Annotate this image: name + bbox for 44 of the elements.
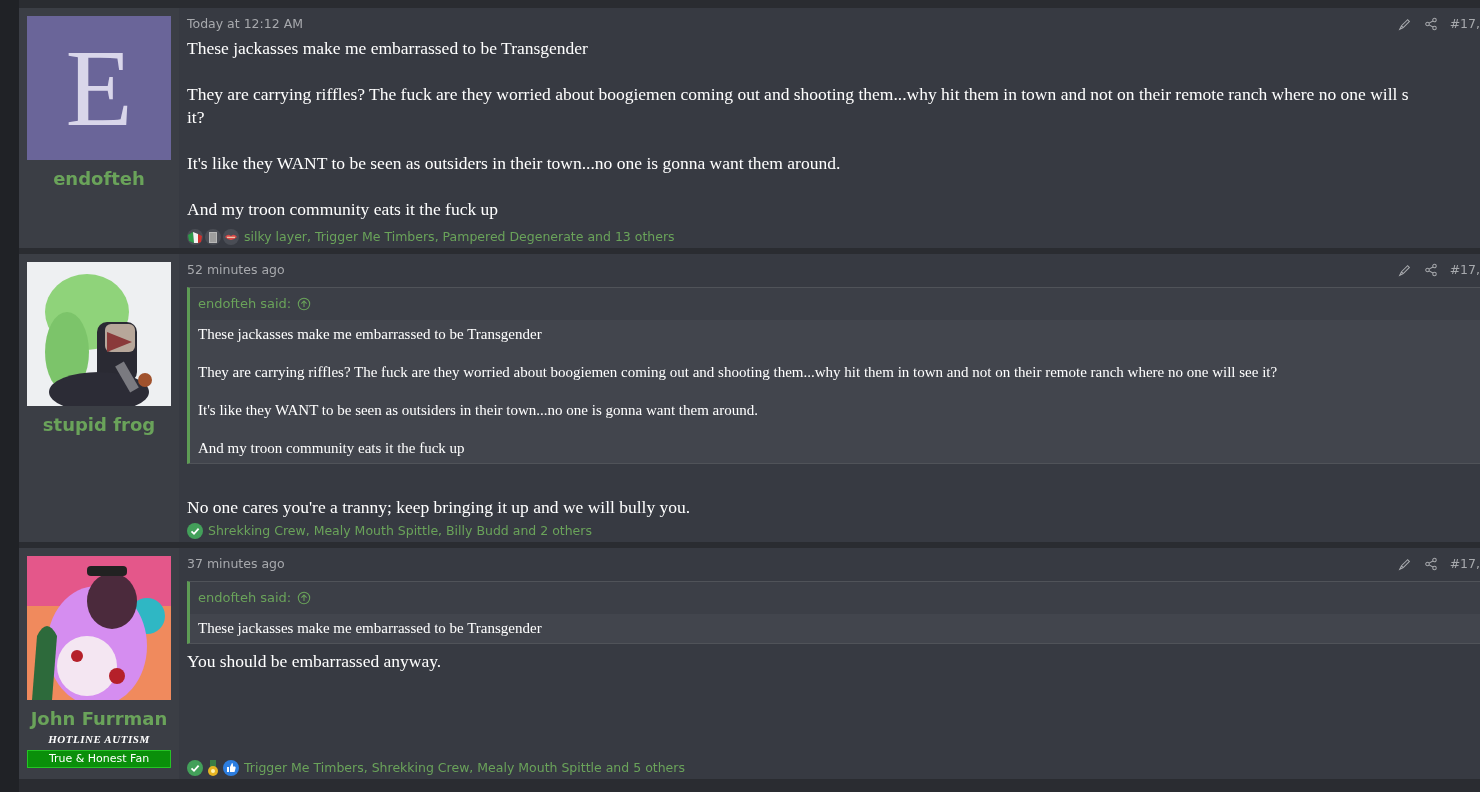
- post-text: And my troon community eats it the fuck up: [187, 198, 500, 221]
- post-time[interactable]: Today at 12:12 AM: [187, 14, 303, 34]
- arrow-up-circle-icon[interactable]: [297, 297, 312, 311]
- username-link[interactable]: John Furrman: [30, 706, 168, 732]
- lips-icon: [223, 229, 239, 245]
- quote-text: They are carrying riffles? The fuck are they worried about boogiemen coming out and shooting them...why hit them in town and not on their remote ranch where no one will see it?: [198, 363, 1279, 382]
- post-text: You should be embarrassed anyway.: [187, 650, 443, 673]
- username-link[interactable]: endofteh: [53, 166, 145, 192]
- check-icon: [187, 760, 203, 776]
- post-text: These jackasses make me embarrassed to be Transgender: [187, 37, 589, 60]
- highlighter-icon[interactable]: [1397, 17, 1412, 31]
- check-icon: [187, 523, 203, 539]
- post-time[interactable]: 37 minutes ago: [187, 554, 285, 574]
- reactions-link[interactable]: Trigger Me Timbers, Shrekking Crew, Mealy Mouth Spittle and 5 others: [244, 758, 685, 778]
- share-icon[interactable]: [1423, 263, 1438, 277]
- post-number-link[interactable]: #17,: [1449, 554, 1480, 574]
- highlighter-icon[interactable]: [1397, 557, 1412, 571]
- quote-text: These jackasses make me embarrassed to be Transgender: [198, 325, 543, 344]
- post-text: They are carrying riffles? The fuck are they worried about boogiemen coming out and shooting them...why hit them in town and not on their remote ranch where no one will s: [187, 83, 1410, 106]
- post-number-link[interactable]: #17,: [1449, 14, 1480, 34]
- quote-author-link[interactable]: endofteh said:: [198, 294, 292, 314]
- quote-text: These jackasses make me embarrassed to be Transgender: [198, 619, 543, 638]
- user-title: HOTLINE AUTISM: [48, 732, 150, 746]
- quote-author-link[interactable]: endofteh said:: [198, 588, 292, 608]
- post-number-link[interactable]: #17,: [1449, 260, 1480, 280]
- share-icon[interactable]: [1423, 17, 1438, 31]
- quote-text: It's like they WANT to be seen as outsiders in their town...no one is gonna want them around.: [198, 401, 759, 420]
- quote-text: And my troon community eats it the fuck up: [198, 439, 466, 458]
- user-banner: True & Honest Fan: [27, 750, 171, 768]
- letter-avatar[interactable]: E: [27, 16, 171, 160]
- trash-can-icon: [205, 229, 221, 245]
- share-icon[interactable]: [1423, 557, 1438, 571]
- thumbs-up-icon: [223, 760, 239, 776]
- username-link[interactable]: stupid frog: [42, 412, 156, 438]
- arrow-up-circle-icon[interactable]: [297, 591, 312, 605]
- post-text: it?: [187, 106, 206, 129]
- post-text: No one cares you're a tranny; keep bringing it up and we will bully you.: [187, 496, 692, 519]
- flag-icon: [187, 229, 203, 245]
- post-text: It's like they WANT to be seen as outsiders in their town...no one is gonna want them around.: [187, 152, 842, 175]
- medal-icon: [205, 760, 221, 776]
- post-time[interactable]: 52 minutes ago: [187, 260, 285, 280]
- reactions-link[interactable]: Shrekking Crew, Mealy Mouth Spittle, Billy Budd and 2 others: [208, 521, 592, 541]
- reactions-link[interactable]: silky layer, Trigger Me Timbers, Pampered Degenerate and 13 others: [244, 227, 675, 247]
- highlighter-icon[interactable]: [1397, 263, 1412, 277]
